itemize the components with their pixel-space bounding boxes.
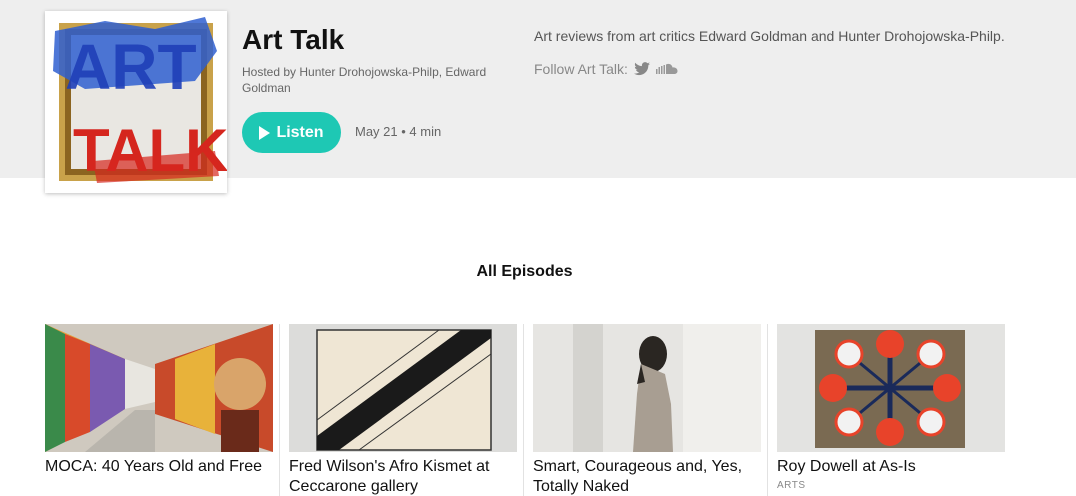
- episode-card[interactable]: Smart, Courageous and, Yes, Totally Nake…: [533, 324, 761, 496]
- episode-thumbnail[interactable]: [289, 324, 517, 452]
- episode-thumbnail[interactable]: [533, 324, 761, 452]
- episode-title[interactable]: Roy Dowell at As-Is: [777, 457, 1005, 477]
- show-title: Art Talk: [242, 24, 345, 55]
- soundcloud-icon[interactable]: [655, 63, 678, 75]
- listen-button[interactable]: Listen: [242, 112, 341, 153]
- episode-category[interactable]: ARTS: [777, 480, 1005, 491]
- episode-title[interactable]: MOCA: 40 Years Old and Free: [45, 457, 273, 477]
- episode-meta: May 21 • 4 min: [355, 124, 442, 139]
- episode-title[interactable]: Smart, Courageous and, Yes, Totally Nake…: [533, 457, 761, 496]
- follow-row: Follow Art Talk:: [534, 61, 678, 77]
- card-divider: [523, 324, 524, 496]
- show-hosts: Hosted by Hunter Drohojowska-Philp, Edwa…: [242, 65, 487, 95]
- show-description: Art reviews from art critics Edward Gold…: [534, 28, 1005, 44]
- episode-card[interactable]: Fred Wilson's Afro Kismet at Ceccarone g…: [289, 324, 517, 496]
- episode-thumbnail[interactable]: [45, 324, 273, 452]
- listen-button-label: Listen: [276, 123, 324, 141]
- show-cover-art[interactable]: ART TALK: [45, 11, 227, 193]
- episode-thumbnail[interactable]: [777, 324, 1005, 452]
- play-icon: [259, 125, 271, 140]
- card-divider: [279, 324, 280, 496]
- all-episodes-heading: All Episodes: [476, 263, 573, 280]
- episode-card[interactable]: MOCA: 40 Years Old and Free: [45, 324, 273, 496]
- episode-card[interactable]: Roy Dowell at As-Is ARTS: [777, 324, 1005, 496]
- twitter-icon[interactable]: [633, 62, 650, 76]
- cover-art-text-top: ART: [65, 31, 197, 103]
- episode-title[interactable]: Fred Wilson's Afro Kismet at Ceccarone g…: [289, 457, 517, 496]
- card-divider: [767, 324, 768, 496]
- follow-label: Follow Art Talk:: [534, 61, 628, 77]
